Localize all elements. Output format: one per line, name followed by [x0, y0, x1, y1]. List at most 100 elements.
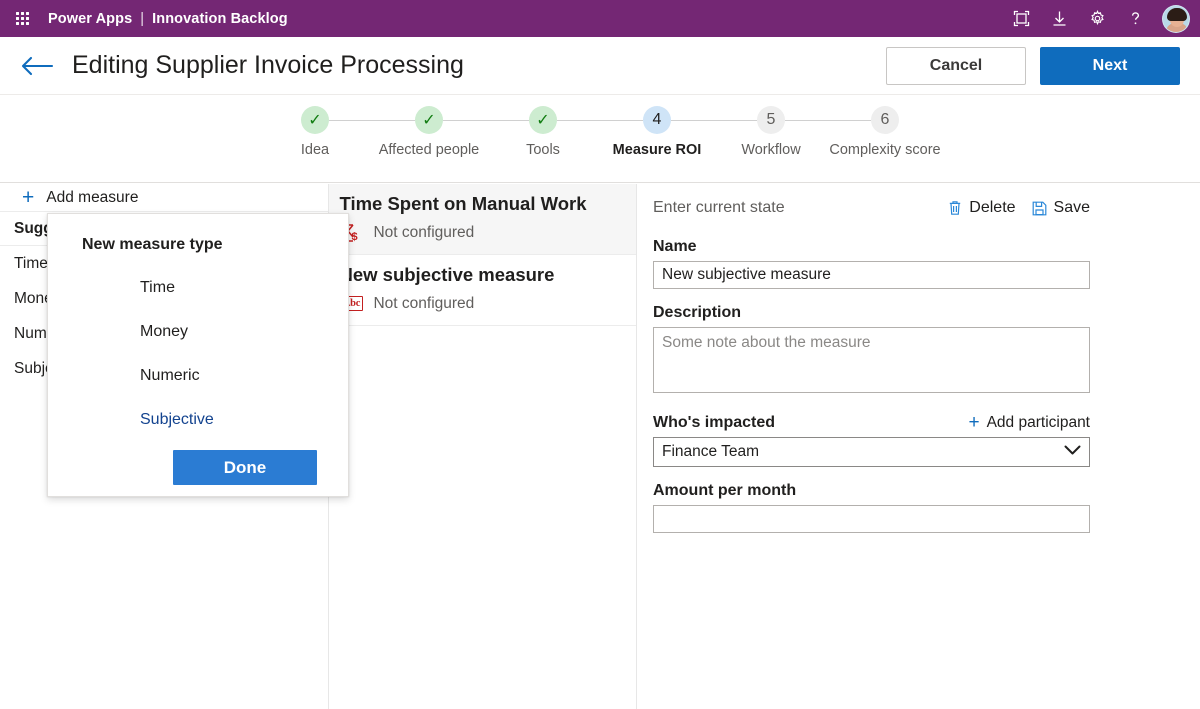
- step-connector-right: [329, 120, 372, 121]
- cancel-button[interactable]: Cancel: [886, 46, 1026, 85]
- detail-header: Enter current state Delete Save: [653, 193, 1090, 223]
- avatar-hair: [1167, 7, 1187, 21]
- step-label: Idea: [300, 142, 330, 158]
- step-workflow[interactable]: 5 Workflow: [714, 106, 828, 160]
- app-name-label[interactable]: Innovation Backlog: [152, 11, 288, 27]
- measure-card-status: $ Not configured: [339, 222, 626, 244]
- stepper-steps: ✓ Idea ✓ Affected people ✓ Tools 4 Measure ROI 5…: [258, 106, 942, 160]
- impacted-field-row: Who's impacted + Add participant: [653, 413, 1090, 432]
- step-connector-right: [785, 120, 828, 121]
- popup-option-numeric[interactable]: Numeric: [64, 354, 332, 398]
- step-label: Measure ROI: [612, 142, 702, 158]
- waffle-menu-icon[interactable]: [8, 5, 36, 33]
- svg-text:$: $: [352, 231, 358, 243]
- step-circle[interactable]: ✓: [415, 106, 443, 134]
- gear-icon[interactable]: [1080, 4, 1114, 34]
- detail-actions: Delete Save: [948, 199, 1090, 217]
- current-state-label: Enter current state: [653, 199, 785, 216]
- measure-card-title: New subjective measure: [339, 263, 555, 285]
- popup-option-subjective[interactable]: Subjective: [64, 398, 332, 442]
- trash-icon: [948, 200, 962, 216]
- measure-status-label: Not configured: [373, 294, 475, 312]
- step-circle[interactable]: ✓: [529, 106, 557, 134]
- add-participant-button[interactable]: + Add participant: [968, 413, 1090, 432]
- back-arrow-icon[interactable]: [18, 49, 56, 83]
- popup-title: New measure type: [82, 236, 223, 253]
- step-label: Affected people: [378, 142, 480, 158]
- measure-card[interactable]: Time Spent on Manual Work $ Not configured: [329, 184, 636, 255]
- participant-select-wrap: Finance Team: [653, 437, 1090, 467]
- measure-detail-panel: Enter current state Delete Save Name New…: [637, 184, 1200, 709]
- step-measure-roi[interactable]: 4 Measure ROI: [600, 106, 714, 160]
- step-label: Workflow: [741, 142, 801, 158]
- step-label: Complexity score: [829, 142, 941, 158]
- next-button[interactable]: Next: [1040, 46, 1180, 85]
- command-bar: Editing Supplier Invoice Processing Canc…: [0, 37, 1200, 95]
- popup-option-money[interactable]: Money: [64, 310, 332, 354]
- suite-actions: [1004, 4, 1190, 34]
- suite-bar: Power Apps | Innovation Backlog: [0, 0, 1200, 37]
- description-field-label: Description: [653, 304, 742, 321]
- impacted-field-label: Who's impacted: [653, 413, 776, 431]
- main-content: + Add measure Suggested TimeMoneyNumeric…: [0, 184, 1200, 709]
- measure-card[interactable]: New subjective measure Abc Not configured: [329, 255, 636, 326]
- measure-status-label: Not configured: [373, 223, 475, 241]
- command-actions: Cancel Next: [886, 46, 1180, 85]
- description-input[interactable]: [653, 327, 1090, 393]
- add-measure-label: Add measure: [46, 188, 139, 206]
- help-icon[interactable]: [1118, 4, 1152, 34]
- step-connector-right: [557, 120, 600, 121]
- floppy-disk-icon: [1032, 201, 1047, 216]
- brand-divider: |: [140, 10, 145, 27]
- plus-icon: +: [968, 412, 980, 433]
- step-glyph: 4: [652, 111, 662, 128]
- step-connector-left: [372, 120, 415, 121]
- step-circle[interactable]: 4: [643, 106, 671, 134]
- step-idea[interactable]: ✓ Idea: [258, 106, 372, 160]
- wizard-stepper: ✓ Idea ✓ Affected people ✓ Tools 4 Measure ROI 5…: [0, 95, 1200, 183]
- step-tools[interactable]: ✓ Tools: [486, 106, 600, 160]
- participant-select[interactable]: Finance Team: [653, 437, 1090, 467]
- download-icon[interactable]: [1042, 4, 1076, 34]
- step-glyph: ✓: [308, 112, 322, 129]
- step-complexity-score[interactable]: 6 Complexity score: [828, 106, 942, 160]
- measure-cards-panel: Time Spent on Manual Work $ Not configured…: [329, 184, 637, 709]
- user-avatar[interactable]: [1162, 4, 1190, 33]
- add-participant-label: Add participant: [986, 413, 1090, 431]
- step-circle[interactable]: 6: [871, 106, 899, 134]
- fullscreen-icon[interactable]: [1004, 4, 1038, 34]
- measure-card-title: Time Spent on Manual Work: [339, 193, 587, 214]
- step-glyph: 5: [766, 111, 776, 128]
- step-label: Tools: [526, 142, 560, 158]
- plus-icon: +: [22, 186, 35, 209]
- new-measure-type-popup: New measure type Time Money Numeric Subject…: [47, 213, 349, 497]
- step-circle[interactable]: ✓: [301, 106, 329, 134]
- step-connector-left: [714, 120, 757, 121]
- save-label: Save: [1053, 199, 1090, 216]
- step-circle[interactable]: 5: [757, 106, 785, 134]
- name-field-label: Name: [653, 238, 697, 255]
- popup-option-time[interactable]: Time: [64, 266, 332, 310]
- add-measure-button[interactable]: + Add measure: [0, 184, 329, 212]
- step-glyph: ✓: [422, 112, 436, 129]
- amount-field-label: Amount per month: [653, 482, 797, 499]
- step-connector-left: [828, 120, 871, 121]
- page-title: Editing Supplier Invoice Processing: [72, 51, 464, 79]
- popup-options: Time Money Numeric Subjective: [64, 266, 332, 442]
- brand-label[interactable]: Power Apps: [48, 11, 132, 27]
- amount-input[interactable]: [653, 505, 1090, 533]
- measure-list-panel: + Add measure Suggested TimeMoneyNumeric…: [0, 184, 349, 709]
- step-connector-left: [486, 120, 529, 121]
- step-connector-right: [443, 120, 486, 121]
- delete-label: Delete: [969, 199, 1016, 216]
- delete-button[interactable]: Delete: [948, 199, 1016, 217]
- step-connector-right: [671, 120, 714, 121]
- step-glyph: ✓: [536, 112, 550, 129]
- step-glyph: 6: [880, 111, 890, 128]
- done-button[interactable]: Done: [173, 450, 317, 485]
- step-connector-left: [600, 120, 643, 121]
- suite-branding: Power Apps | Innovation Backlog: [48, 11, 288, 27]
- save-button[interactable]: Save: [1032, 199, 1090, 217]
- name-input[interactable]: [653, 261, 1090, 289]
- step-affected-people[interactable]: ✓ Affected people: [372, 106, 486, 160]
